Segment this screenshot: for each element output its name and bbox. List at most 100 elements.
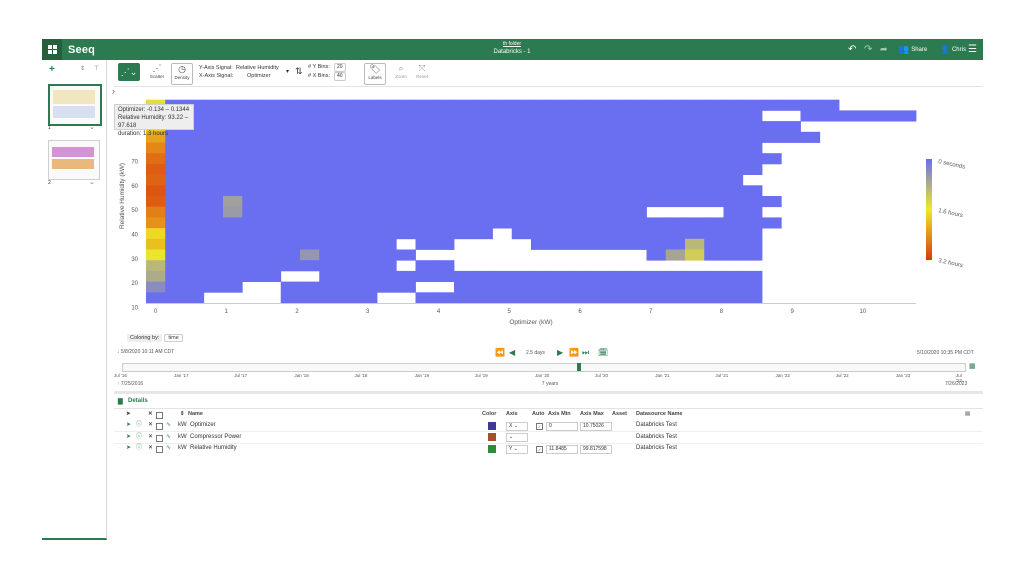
remove-icon[interactable]: ✕ [148, 432, 153, 443]
heatmap-cell[interactable] [338, 142, 359, 154]
heatmap-cell[interactable] [704, 153, 724, 165]
heatmap-cell[interactable] [704, 249, 724, 261]
heatmap-cell[interactable] [646, 110, 667, 122]
heatmap-cell[interactable] [357, 228, 378, 240]
heatmap-cell[interactable] [627, 217, 647, 229]
heatmap-cell[interactable] [223, 238, 243, 250]
heatmap-cell[interactable] [165, 228, 185, 240]
heatmap-cell[interactable] [492, 206, 513, 218]
heatmap-cell[interactable] [723, 110, 744, 122]
color-swatch[interactable] [488, 420, 496, 431]
heatmap-cell[interactable] [723, 99, 744, 111]
heatmap-cell[interactable] [319, 185, 339, 197]
heatmap-cell[interactable] [762, 196, 782, 208]
heatmap-cell[interactable] [184, 196, 205, 208]
heatmap-cell[interactable] [165, 196, 185, 208]
heatmap-cell[interactable] [492, 185, 513, 197]
heatmap-cell[interactable] [357, 196, 378, 208]
heatmap-cell[interactable] [242, 206, 262, 218]
heatmap-cell[interactable] [685, 110, 705, 122]
heatmap-cell[interactable] [280, 163, 301, 175]
heatmap-cell[interactable] [531, 174, 551, 186]
heatmap-cell[interactable] [608, 110, 628, 122]
heatmap-cell[interactable] [434, 206, 455, 218]
heatmap-cell[interactable] [704, 185, 724, 197]
heatmap-cell[interactable] [800, 110, 821, 122]
axis-select[interactable]: X ⌄ [506, 420, 528, 431]
pin-icon[interactable]: ➤ [126, 443, 131, 454]
jump-to-end-icon[interactable]: ⏭ [582, 348, 589, 358]
heatmap-cell[interactable] [300, 292, 320, 304]
heatmap-cell[interactable] [415, 131, 436, 143]
heatmap-cell[interactable] [280, 206, 301, 218]
heatmap-cell[interactable] [492, 110, 513, 122]
heatmap-cell[interactable] [338, 238, 359, 250]
heatmap-cell[interactable] [184, 228, 205, 240]
heatmap-cell[interactable] [377, 206, 397, 218]
heatmap-cell[interactable] [723, 163, 744, 175]
heatmap-cell[interactable] [665, 217, 686, 229]
heatmap-cell[interactable] [646, 217, 667, 229]
heatmap-cell[interactable] [704, 131, 724, 143]
heatmap-cell[interactable] [300, 131, 320, 143]
heatmap-cell[interactable] [665, 121, 686, 133]
heatmap-cell[interactable] [415, 217, 436, 229]
heatmap-cell[interactable] [742, 281, 763, 293]
heatmap-cell[interactable] [511, 196, 532, 208]
heatmap-cell[interactable] [415, 270, 436, 282]
heatmap-cell[interactable] [762, 131, 782, 143]
heatmap-cell[interactable] [184, 185, 205, 197]
heatmap-cell[interactable] [550, 131, 570, 143]
heatmap-cell[interactable] [434, 163, 455, 175]
heatmap-cell[interactable] [550, 153, 570, 165]
heatmap-cell[interactable] [203, 270, 224, 282]
heatmap-cell[interactable] [242, 196, 262, 208]
remove-icon[interactable]: ✕ [148, 420, 153, 431]
heatmap-cell[interactable] [627, 110, 647, 122]
heatmap-cell[interactable] [261, 217, 282, 229]
details-row[interactable]: ➤ ⓘ ✕ ∿ kW Optimizer X ⌄ ✓ 0 10.75026 Databricks T… [114, 420, 983, 432]
heatmap-cell[interactable] [203, 249, 224, 261]
heatmap-cell[interactable] [742, 99, 763, 111]
heatmap-cell[interactable] [357, 110, 378, 122]
heatmap-cell[interactable] [280, 217, 301, 229]
heatmap-cell[interactable] [261, 131, 282, 143]
heatmap-cell[interactable] [608, 121, 628, 133]
heatmap-cell[interactable] [261, 174, 282, 186]
heatmap-cell[interactable] [396, 249, 416, 261]
heatmap-cell[interactable] [588, 270, 609, 282]
heatmap-cell[interactable] [261, 142, 282, 154]
heatmap-cell[interactable] [242, 142, 262, 154]
heatmap-cell[interactable] [454, 153, 474, 165]
remove-icon[interactable]: ✕ [148, 443, 153, 454]
heatmap-cell[interactable] [184, 260, 205, 272]
forward-icon[interactable]: ▶ [557, 348, 563, 357]
heatmap-cell[interactable] [819, 110, 840, 122]
heatmap-cell[interactable] [569, 121, 590, 133]
heatmap-cell[interactable] [261, 196, 282, 208]
heatmap-cell[interactable] [319, 153, 339, 165]
heatmap-cell[interactable] [242, 110, 262, 122]
heatmap-cell[interactable] [531, 217, 551, 229]
name-column-header[interactable]: Name [188, 409, 203, 420]
heatmap-cell[interactable] [608, 185, 628, 197]
heatmap-cell[interactable] [242, 131, 262, 143]
heatmap-cell[interactable] [608, 217, 628, 229]
heatmap-cell[interactable] [665, 196, 686, 208]
heatmap-cell[interactable] [396, 153, 416, 165]
heatmap-cell[interactable] [261, 110, 282, 122]
heatmap-cell[interactable] [300, 110, 320, 122]
heatmap-cell[interactable] [646, 270, 667, 282]
heatmap-cell[interactable] [319, 238, 339, 250]
heatmap-cell[interactable] [146, 153, 166, 165]
heatmap-cell[interactable] [665, 281, 686, 293]
heatmap-cell[interactable] [242, 260, 262, 272]
heatmap-cell[interactable] [415, 110, 436, 122]
sort-icon[interactable]: ⇕ [180, 409, 185, 420]
heatmap-cell[interactable] [338, 292, 359, 304]
heatmap-cell[interactable] [396, 206, 416, 218]
heatmap-cell[interactable] [454, 163, 474, 175]
heatmap-cell[interactable] [223, 110, 243, 122]
heatmap-cell[interactable] [434, 238, 455, 250]
heatmap-cell[interactable] [646, 185, 667, 197]
